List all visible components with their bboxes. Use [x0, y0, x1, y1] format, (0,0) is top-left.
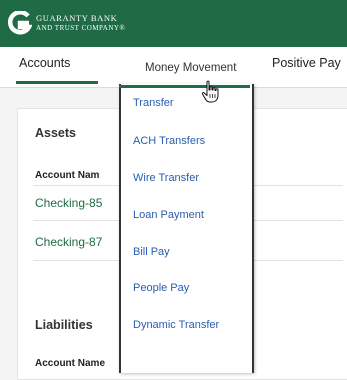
main-nav: Accounts Money Movement Positive Pay	[0, 47, 347, 88]
account-link-checking-87[interactable]: Checking-87	[35, 235, 102, 249]
bank-name-line2: AND TRUST COMPANY®	[36, 24, 126, 32]
account-link-checking-85[interactable]: Checking-85	[35, 196, 102, 210]
menu-item-dynamic-transfer[interactable]: Dynamic Transfer	[133, 319, 219, 331]
bank-name: GUARANTY BANK AND TRUST COMPANY®	[36, 14, 125, 33]
bank-name-line1: GUARANTY BANK	[36, 13, 118, 23]
assets-title: Assets	[35, 126, 76, 140]
liabilities-title: Liabilities	[35, 318, 93, 332]
menu-item-transfer[interactable]: Transfer	[133, 97, 174, 109]
bank-logo-icon[interactable]	[6, 11, 32, 35]
menu-item-people-pay[interactable]: People Pay	[133, 282, 189, 294]
menu-item-ach-transfers[interactable]: ACH Transfers	[133, 135, 205, 147]
app-header: GUARANTY BANK AND TRUST COMPANY®	[0, 0, 347, 47]
tab-money-movement[interactable]: Money Movement	[130, 55, 250, 82]
tab-accounts[interactable]: Accounts	[19, 56, 70, 70]
tab-money-movement-label: Money Movement	[145, 62, 237, 74]
menu-item-bill-pay[interactable]: Bill Pay	[133, 246, 170, 258]
tab-accounts-active-indicator	[16, 81, 98, 84]
liabilities-account-name-header[interactable]: Account Name	[35, 358, 105, 369]
dropdown-active-indicator	[119, 85, 250, 88]
menu-item-wire-transfer[interactable]: Wire Transfer	[133, 172, 199, 184]
assets-account-name-header[interactable]: Account Nam	[35, 170, 99, 181]
tab-positive-pay[interactable]: Positive Pay	[272, 56, 341, 70]
money-movement-dropdown: Transfer ACH Transfers Wire Transfer Loa…	[119, 84, 254, 373]
hand-pointer-cursor-icon	[201, 80, 219, 103]
menu-item-loan-payment[interactable]: Loan Payment	[133, 209, 204, 221]
